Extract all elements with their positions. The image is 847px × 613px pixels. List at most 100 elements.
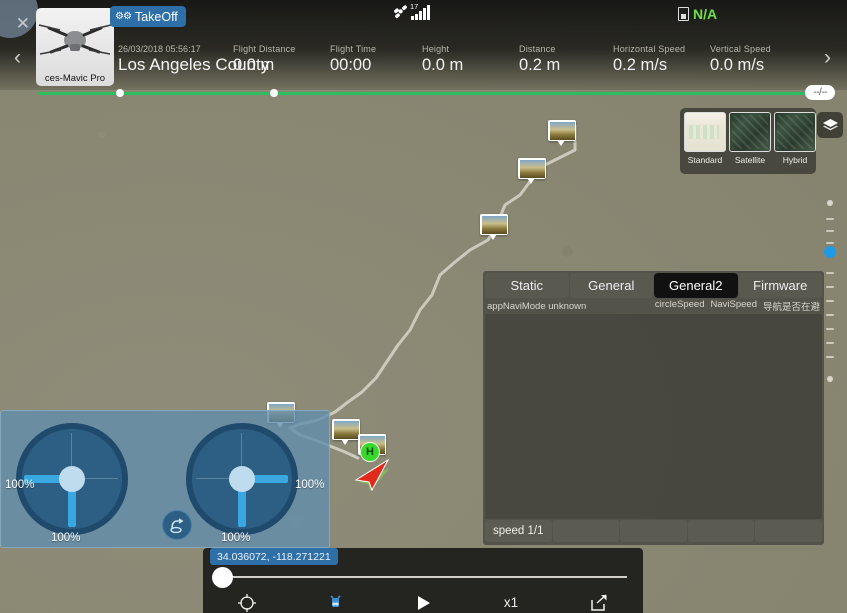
takeoff-button[interactable]: ⚙⚙ TakeOff	[110, 6, 186, 27]
parameter-footer[interactable]: speed 1/1	[483, 519, 824, 545]
map-type-selector[interactable]: Standard Satellite Hybrid	[680, 108, 816, 174]
satellite-map-preview	[729, 112, 771, 152]
battery-status: N/A	[678, 6, 717, 22]
share-button[interactable]	[555, 593, 643, 612]
layers-toggle-button[interactable]	[817, 112, 843, 138]
stat-value: 00:00	[330, 56, 372, 74]
locate-icon	[238, 593, 256, 612]
flight-header-bar: ✕ ces-Mavic Pro ⚙⚙ TakeOff ‹ › 17 N/A Fl…	[0, 0, 847, 100]
playback-speed-button[interactable]: x1	[467, 595, 555, 610]
gps-status: 17	[393, 2, 430, 20]
circle-speed-label: circleSpeed	[654, 299, 705, 310]
drone-model-button[interactable]	[291, 594, 379, 611]
app-navi-mode-label: appNaviMode unknown	[487, 300, 587, 312]
marker-tail	[527, 178, 535, 184]
right-stick-vertical-pct: 100%	[221, 532, 251, 544]
right-stick-hub[interactable]	[229, 466, 255, 492]
footer-cell-5[interactable]	[755, 520, 822, 542]
photo-thumbnail-icon	[548, 120, 576, 141]
close-button[interactable]: ✕	[0, 0, 38, 38]
parameter-tabs[interactable]: Static General General2 Firmware	[483, 271, 824, 298]
flight-datetime: 26/03/2018 05:56:17 Los Angeles County	[118, 44, 270, 74]
drone-heading-marker[interactable]	[352, 452, 394, 492]
stat-flight-time: Flight Time 00:00	[330, 44, 376, 75]
playback-control-bar[interactable]: 34.036072, -118.271221 x1	[203, 548, 643, 613]
marker-tail	[489, 234, 497, 240]
progress-marker[interactable]	[116, 89, 124, 97]
flight-progress-bar[interactable]: --/--	[38, 85, 835, 101]
parameter-column-headers: circleSpeed NaviSpeed 导航是否在避	[655, 299, 820, 313]
play-icon	[418, 595, 430, 610]
playback-seek-knob[interactable]	[212, 567, 233, 588]
parameter-subheader: appNaviMode unknown circleSpeed NaviSpee…	[483, 298, 824, 314]
map-type-label: Satellite	[734, 155, 766, 165]
footer-cell-3[interactable]	[620, 520, 687, 542]
stat-value: 0.2 m/s	[613, 56, 668, 74]
previous-flight-button[interactable]: ‹	[14, 46, 21, 70]
satellite-count: 17	[410, 2, 419, 11]
map-zoom-slider[interactable]	[823, 200, 837, 382]
photo-marker[interactable]	[518, 158, 546, 184]
right-stick-horizontal-pct: 100%	[295, 479, 325, 491]
tab-general[interactable]: General	[569, 273, 653, 298]
stat-label: Horizontal Speed	[613, 44, 686, 54]
progress-marker[interactable]	[270, 89, 278, 97]
parameter-panel[interactable]: Static General General2 Firmware appNavi…	[483, 271, 824, 545]
drone-flight-playback-screen: H Standard Satellite Hybrid Static Gener…	[0, 0, 847, 613]
map-type-label: Hybrid	[782, 155, 808, 165]
left-stick-hub[interactable]	[59, 466, 85, 492]
left-stick-vertical-pct: 100%	[51, 532, 81, 544]
next-flight-button[interactable]: ›	[824, 46, 831, 70]
speed-page-indicator[interactable]: speed 1/1	[485, 520, 552, 542]
coordinates-badge: 34.036072, -118.271221	[210, 548, 338, 565]
stat-label: Height	[422, 44, 450, 54]
zoom-out-end[interactable]	[827, 376, 833, 382]
locate-button[interactable]	[203, 593, 291, 612]
stat-distance: Distance 0.2 m	[519, 44, 560, 75]
layers-icon	[822, 118, 838, 130]
photo-marker[interactable]	[480, 214, 508, 240]
tab-static[interactable]: Static	[485, 273, 569, 298]
hybrid-map-preview	[774, 112, 816, 152]
virtual-controller-panel[interactable]: 100% 100% 100% 100%	[0, 410, 330, 548]
drone-thumbnail[interactable]: ces-Mavic Pro	[36, 8, 114, 86]
stat-height: Height 0.0 m	[422, 44, 463, 75]
right-control-stick[interactable]	[186, 423, 298, 535]
drone-icon	[329, 594, 341, 607]
drone-icon: ⚙⚙	[115, 11, 132, 22]
tab-firmware[interactable]: Firmware	[738, 273, 822, 298]
stat-label: Vertical Speed	[710, 44, 771, 54]
play-button[interactable]	[379, 593, 467, 613]
zoom-in-end[interactable]	[827, 200, 833, 206]
playback-buttons-row[interactable]: x1	[203, 592, 643, 613]
return-to-home-icon	[169, 517, 183, 533]
map-type-satellite[interactable]: Satellite	[729, 112, 771, 170]
map-type-label: Standard	[687, 155, 723, 165]
photo-thumbnail-icon	[518, 158, 546, 179]
photo-marker[interactable]	[548, 120, 576, 146]
stat-vertical-speed: Vertical Speed 0.0 m/s	[710, 44, 771, 75]
close-icon: ✕	[15, 14, 30, 33]
zoom-slider-knob[interactable]	[824, 246, 836, 258]
footer-cell-2[interactable]	[552, 520, 620, 542]
parameter-content-area[interactable]	[485, 314, 822, 519]
stat-value: 0.0 m/s	[710, 56, 765, 74]
progress-badge: --/--	[805, 85, 835, 100]
flight-location: Los Angeles County	[118, 55, 270, 74]
drone-image	[38, 24, 112, 55]
photo-marker[interactable]	[332, 419, 360, 445]
left-stick-horizontal-pct: 100%	[5, 479, 35, 491]
return-to-home-button[interactable]	[162, 510, 192, 540]
takeoff-label: TakeOff	[134, 9, 178, 24]
navi-speed-label: NaviSpeed	[710, 299, 757, 310]
standard-map-preview	[684, 112, 726, 152]
map-type-hybrid[interactable]: Hybrid	[774, 112, 816, 170]
stat-horizontal-speed: Horizontal Speed 0.2 m/s	[613, 44, 685, 75]
share-icon	[591, 593, 607, 611]
playback-seek-track[interactable]	[223, 576, 627, 578]
progress-track[interactable]	[38, 92, 835, 95]
map-type-standard[interactable]: Standard	[684, 112, 726, 170]
tab-general2[interactable]: General2	[654, 273, 738, 298]
satellite-icon	[393, 5, 408, 19]
footer-cell-4[interactable]	[687, 520, 755, 542]
